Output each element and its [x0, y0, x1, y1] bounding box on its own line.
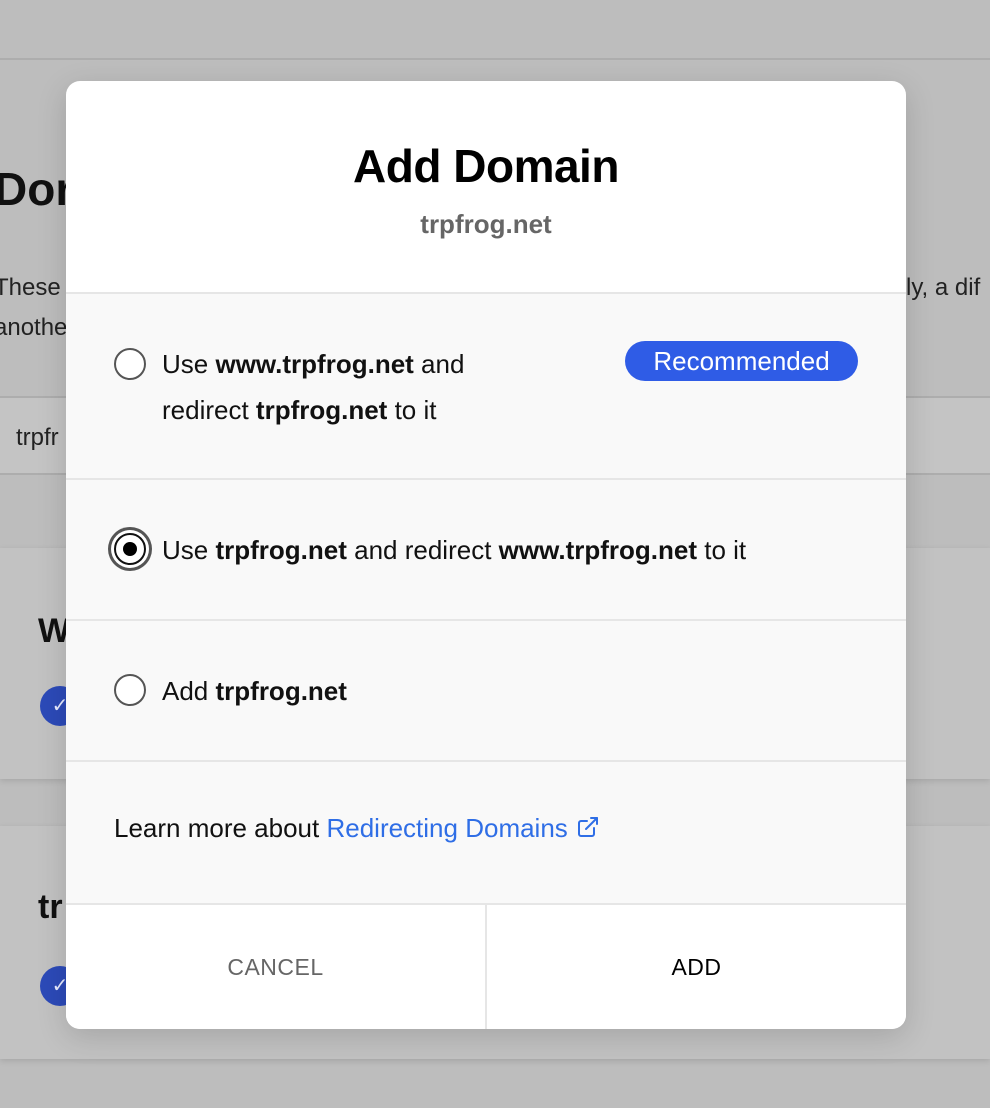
header-divider — [0, 58, 990, 60]
page-description-line2: anothe — [0, 314, 68, 341]
option-text: Use — [162, 349, 216, 379]
page-description-line1-right: ly, a dif — [906, 274, 981, 301]
option-www-redirect-label: Use www.trpfrog.net and redirect trpfrog… — [162, 341, 464, 433]
option-domain: www.trpfrog.net — [498, 535, 697, 565]
option-domain: trpfrog.net — [215, 535, 347, 565]
option-domain: trpfrog.net — [255, 395, 388, 425]
option-www-redirect[interactable]: Use www.trpfrog.net and redirect trpfrog… — [66, 294, 906, 480]
option-apex-redirect-label: Use trpfrog.net and redirect www.trpfrog… — [162, 527, 746, 573]
option-domain: www.trpfrog.net — [215, 349, 414, 379]
add-button[interactable]: ADD — [487, 905, 906, 1029]
option-text: to it — [697, 535, 747, 565]
option-text: Add — [162, 676, 216, 706]
option-text: Use — [162, 535, 216, 565]
domain-input: trpfr — [16, 424, 59, 451]
link-text: Redirecting Domains — [326, 813, 568, 843]
modal-header: Add Domain trpfrog.net — [66, 81, 906, 294]
page-description-line1: These — [0, 274, 61, 301]
learn-more-row: Learn more about Redirecting Domains — [66, 762, 906, 905]
external-link-icon — [577, 817, 598, 837]
radio-option-apex-redirect[interactable] — [114, 533, 146, 565]
modal-footer: CANCEL ADD — [66, 905, 906, 1029]
learn-more-prefix: Learn more about — [114, 813, 327, 843]
radio-option-www-redirect[interactable] — [114, 348, 146, 380]
domain-card-title: tr — [38, 888, 63, 926]
radio-option-add-only[interactable] — [114, 674, 146, 706]
option-add-only[interactable]: Add trpfrog.net — [66, 621, 906, 762]
recommended-badge: Recommended — [625, 341, 858, 381]
option-add-only-label: Add trpfrog.net — [162, 668, 347, 714]
modal-title: Add Domain — [353, 140, 619, 192]
option-text: and redirect — [346, 535, 499, 565]
modal-subtitle: trpfrog.net — [420, 209, 552, 239]
add-domain-modal: Add Domain trpfrog.net Use www.trpfrog.n… — [66, 81, 906, 1029]
page-title: Dor — [0, 163, 74, 215]
option-text: redirect — [162, 395, 256, 425]
cancel-button[interactable]: CANCEL — [66, 905, 487, 1029]
option-apex-redirect[interactable]: Use trpfrog.net and redirect www.trpfrog… — [66, 480, 906, 621]
option-domain: trpfrog.net — [215, 676, 347, 706]
learn-more-text: Learn more about Redirecting Domains — [114, 813, 600, 844]
option-text: and — [413, 349, 465, 379]
option-text: to it — [387, 395, 437, 425]
redirecting-domains-link[interactable]: Redirecting Domains — [326, 813, 599, 843]
